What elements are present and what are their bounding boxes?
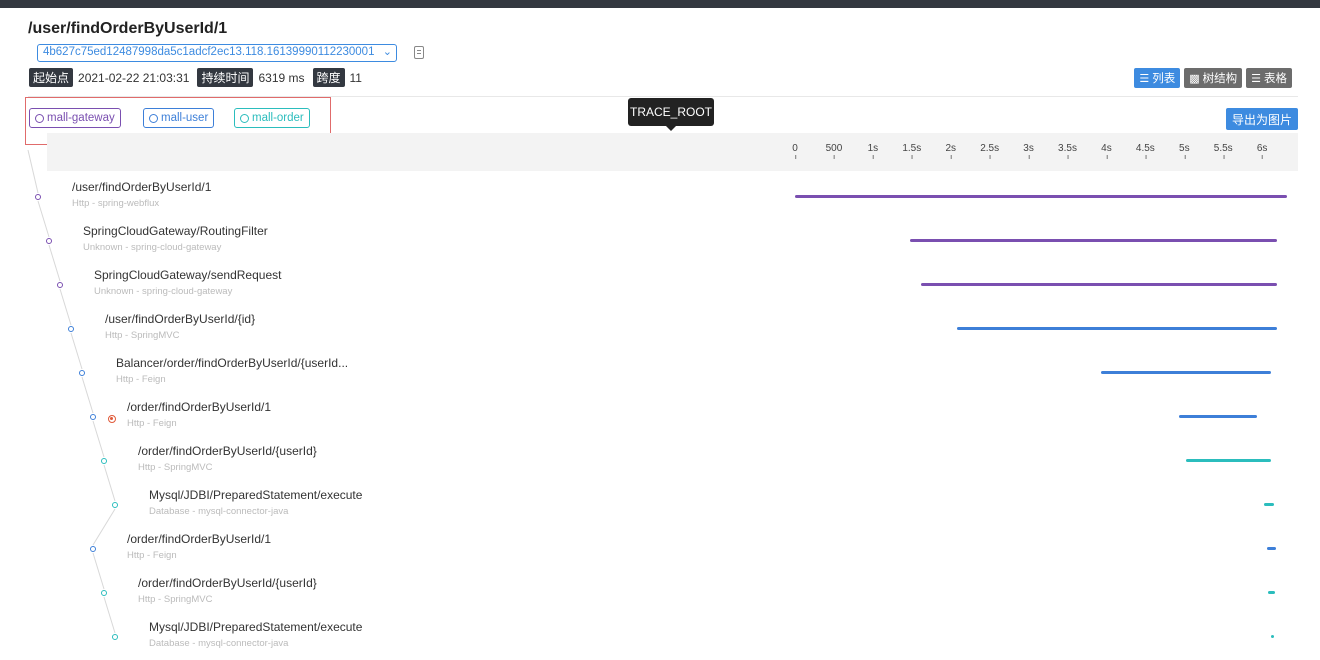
tree-connector [59, 288, 72, 326]
span-duration-bar[interactable] [1178, 415, 1258, 418]
span-name: Mysql/JDBI/PreparedStatement/execute [149, 488, 363, 502]
span-node-icon[interactable] [57, 282, 63, 288]
span-name: /order/findOrderByUserId/1 [127, 400, 272, 414]
span-node-icon[interactable] [46, 238, 52, 244]
span-component: Http - Feign [116, 374, 166, 385]
tree-connector [27, 149, 39, 194]
span-node-icon[interactable] [90, 546, 96, 552]
span-component: Http - Feign [127, 418, 177, 429]
span-duration-bar[interactable] [956, 327, 1277, 330]
tree-connector [48, 244, 61, 282]
span-component: Unknown - spring-cloud-gateway [94, 286, 233, 297]
span-duration-bar[interactable] [1270, 635, 1274, 638]
tree-connector [92, 552, 105, 590]
tree-connector [81, 376, 94, 414]
error-icon [108, 415, 116, 423]
span-component: Database - mysql-connector-java [149, 638, 289, 649]
span-name: SpringCloudGateway/sendRequest [94, 268, 282, 282]
span-row[interactable]: Mysql/JDBI/PreparedStatement/execute Data… [149, 620, 362, 650]
span-component: Http - SpringMVC [138, 594, 213, 605]
span-row[interactable]: SpringCloudGateway/sendRequest Unknown - … [94, 268, 281, 298]
span-node-icon[interactable] [79, 370, 85, 376]
span-name: /user/findOrderByUserId/1 [72, 180, 212, 194]
span-duration-bar[interactable] [1100, 371, 1272, 374]
span-row[interactable]: /order/findOrderByUserId/{userId} Http - … [138, 444, 317, 474]
span-name: /user/findOrderByUserId/{id} [105, 312, 256, 326]
span-name: /order/findOrderByUserId/1 [127, 532, 272, 546]
tree-connector [92, 420, 105, 458]
span-component: Database - mysql-connector-java [149, 506, 289, 517]
span-row[interactable]: Balancer/order/findOrderByUserId/{userId… [116, 356, 348, 386]
span-duration-bar[interactable] [1267, 591, 1276, 594]
tree-connector [92, 508, 116, 546]
span-duration-bar[interactable] [1266, 547, 1277, 550]
span-name: /order/findOrderByUserId/{userId} [138, 576, 317, 590]
span-row[interactable]: /order/findOrderByUserId/1 Http - Feign [127, 400, 271, 430]
span-duration-bar[interactable] [1263, 503, 1274, 506]
span-node-icon[interactable] [90, 414, 96, 420]
span-component: Http - SpringMVC [105, 330, 180, 341]
span-row[interactable]: /user/findOrderByUserId/{id} Http - Sprin… [105, 312, 255, 342]
span-name: Balancer/order/findOrderByUserId/{userId… [116, 356, 349, 370]
span-node-icon[interactable] [101, 590, 107, 596]
tree-connector [103, 464, 116, 502]
span-component: Http - SpringMVC [138, 462, 213, 473]
tree-connector [103, 596, 116, 634]
span-row[interactable]: Mysql/JDBI/PreparedStatement/execute Data… [149, 488, 362, 518]
span-name: /order/findOrderByUserId/{userId} [138, 444, 317, 458]
tree-connector [37, 200, 50, 238]
span-name: Mysql/JDBI/PreparedStatement/execute [149, 620, 363, 634]
span-node-icon[interactable] [68, 326, 74, 332]
span-row[interactable]: /user/findOrderByUserId/1 Http - spring-w… [72, 180, 211, 210]
span-duration-bar[interactable] [1185, 459, 1272, 462]
span-row[interactable]: /order/findOrderByUserId/{userId} Http - … [138, 576, 317, 606]
span-component: Http - spring-webflux [72, 198, 160, 209]
span-node-icon[interactable] [112, 634, 118, 640]
span-node-icon[interactable] [101, 458, 107, 464]
span-node-icon[interactable] [35, 194, 41, 200]
span-duration-bar[interactable] [921, 283, 1277, 286]
span-row[interactable]: SpringCloudGateway/RoutingFilter Unknown … [83, 224, 268, 254]
span-node-icon[interactable] [112, 502, 118, 508]
span-duration-bar[interactable] [795, 195, 1287, 198]
tree-connector [70, 332, 83, 370]
span-component: Http - Feign [127, 550, 177, 561]
span-name: SpringCloudGateway/RoutingFilter [83, 224, 268, 238]
span-row[interactable]: /order/findOrderByUserId/1 Http - Feign [127, 532, 271, 562]
span-component: Unknown - spring-cloud-gateway [83, 242, 222, 253]
span-duration-bar[interactable] [910, 239, 1277, 242]
